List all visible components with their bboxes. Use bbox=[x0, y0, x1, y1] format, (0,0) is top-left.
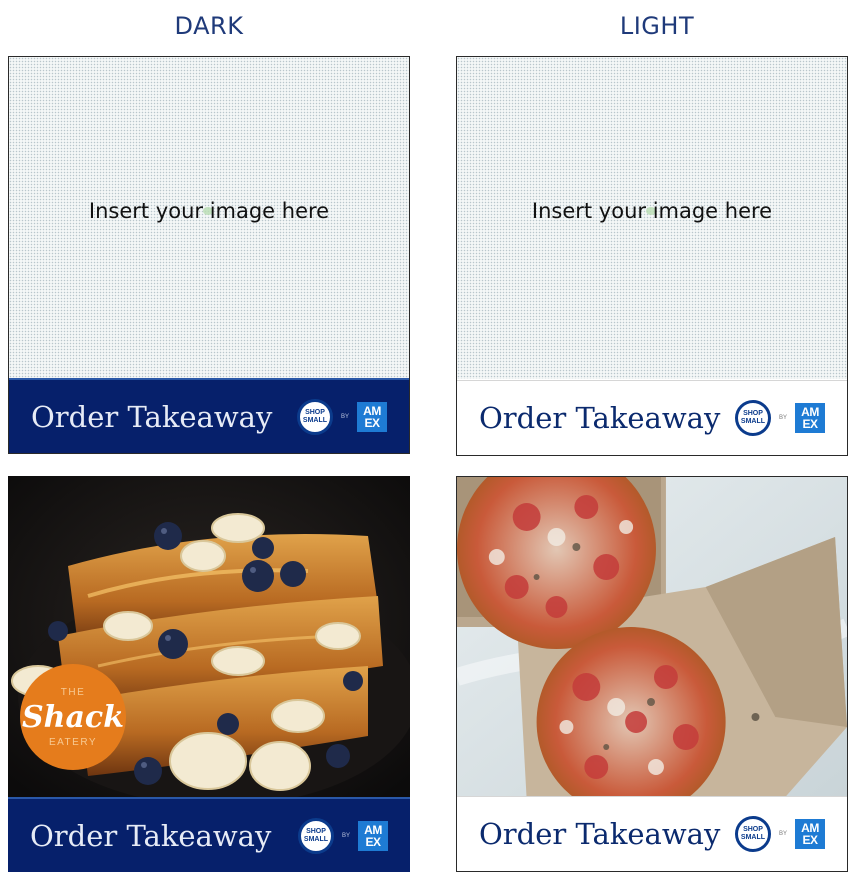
shop-small-badge-icon: SHOP SMALL bbox=[296, 398, 333, 435]
dark-photo-card: THE Shack EATERY Order Takeaway SHOP SMA… bbox=[8, 476, 410, 872]
footer-bar-light: Order Takeaway SHOP SMALL BY AM EX bbox=[457, 380, 847, 455]
amex-logo-icon: AM EX bbox=[795, 819, 825, 849]
pizza-box-photo bbox=[457, 477, 847, 799]
order-takeaway-label: Order Takeaway bbox=[479, 817, 721, 851]
shack-eatery-logo: THE Shack EATERY bbox=[20, 664, 126, 770]
dark-column-heading: DARK bbox=[174, 12, 244, 40]
placeholder-text: Insert your image here bbox=[88, 199, 330, 223]
amex-logo-icon: AM EX bbox=[357, 401, 387, 432]
by-label: BY bbox=[341, 832, 350, 839]
shop-small-badge-icon: SHOP SMALL bbox=[734, 816, 771, 852]
footer-bar-dark: Order Takeaway SHOP SMALL BY AM EX bbox=[8, 797, 410, 872]
order-takeaway-label: Order Takeaway bbox=[479, 401, 721, 435]
placeholder-text: Insert your image here bbox=[531, 199, 773, 223]
by-label: BY bbox=[778, 831, 787, 837]
dark-placeholder-card: Insert your image here Order Takeaway SH… bbox=[8, 56, 410, 454]
by-label: BY bbox=[340, 413, 349, 420]
image-placeholder[interactable]: Insert your image here bbox=[457, 57, 847, 379]
by-label: BY bbox=[778, 415, 787, 421]
amex-logo-icon: AM EX bbox=[358, 820, 388, 851]
light-placeholder-card: Insert your image here Order Takeaway SH… bbox=[456, 56, 848, 456]
footer-bar-light: Order Takeaway SHOP SMALL BY AM EX bbox=[457, 796, 847, 871]
order-takeaway-label: Order Takeaway bbox=[30, 818, 272, 853]
light-column-heading: LIGHT bbox=[619, 12, 695, 40]
order-takeaway-label: Order Takeaway bbox=[31, 399, 273, 434]
image-placeholder[interactable]: Insert your image here bbox=[9, 57, 409, 379]
amex-logo-icon: AM EX bbox=[795, 403, 825, 433]
shop-small-badge-icon: SHOP SMALL bbox=[297, 817, 334, 854]
footer-bar-dark: Order Takeaway SHOP SMALL BY AM EX bbox=[9, 378, 409, 453]
light-photo-card: Order Takeaway SHOP SMALL BY AM EX bbox=[456, 476, 848, 872]
shop-small-badge-icon: SHOP SMALL bbox=[734, 400, 771, 436]
